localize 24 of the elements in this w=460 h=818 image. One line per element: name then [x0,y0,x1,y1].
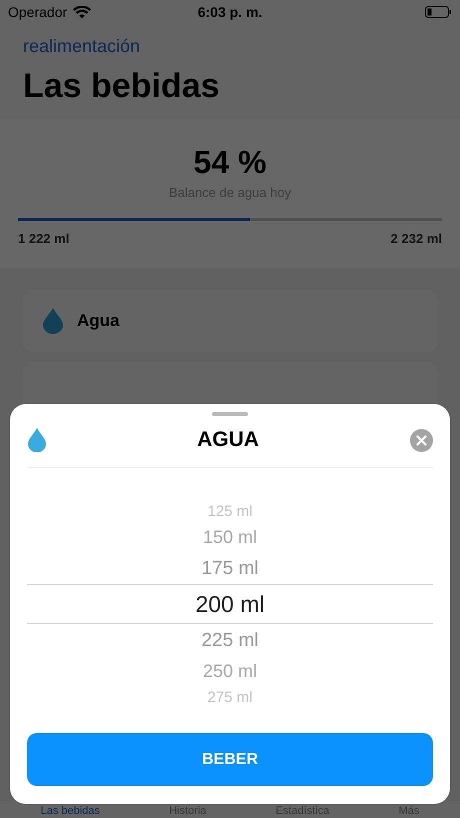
drop-icon [43,308,63,334]
picker-option[interactable]: 200 ml [27,584,433,624]
picker-option[interactable]: 250 ml [27,656,433,686]
drink-name: Agua [77,311,120,331]
drink-card[interactable]: Agua [23,290,437,352]
amount-picker[interactable]: 125 ml 150 ml 175 ml 200 ml 225 ml 250 ml 275 ml [27,500,433,708]
sheet-title: AGUA [197,428,259,452]
drink-button[interactable]: BEBER [27,733,433,786]
picker-option[interactable]: 125 ml [27,500,433,522]
picker-option[interactable]: 150 ml [27,522,433,552]
picker-option[interactable]: 175 ml [27,552,433,584]
drag-handle[interactable] [212,412,248,416]
battery-icon [425,6,452,18]
percent-value: 54 % [194,144,266,181]
picker-option[interactable]: 225 ml [27,624,433,656]
wifi-icon [73,6,92,18]
status-time: 6:03 p. m. [198,4,262,20]
goal-amount: 2 232 ml [390,231,442,246]
current-amount: 1 222 ml [18,231,70,246]
drop-icon [28,428,46,452]
picker-option[interactable]: 275 ml [27,686,433,708]
tab[interactable]: Las bebidas [40,805,100,817]
close-icon[interactable] [410,428,433,452]
carrier-name: Operador [8,4,68,20]
